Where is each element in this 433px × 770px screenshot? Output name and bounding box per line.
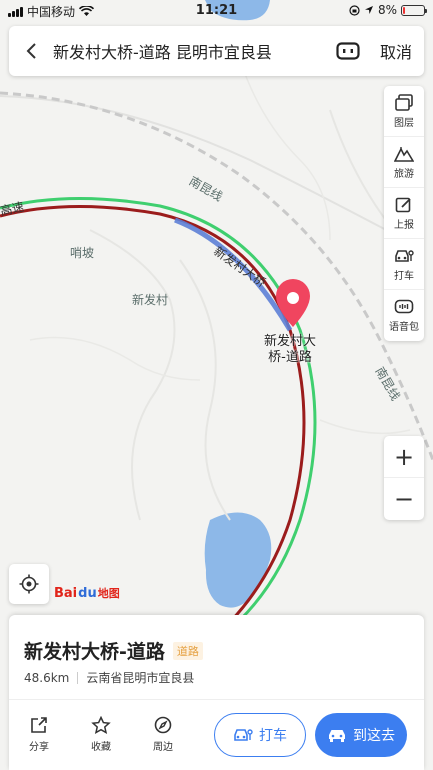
favorite-button[interactable]: 收藏 — [81, 716, 121, 753]
battery-icon — [401, 4, 427, 16]
voice-assistant-icon — [336, 42, 360, 60]
map-toolbar: 图层 旅游 上报 打车 语音包 — [384, 86, 424, 341]
toolbar-report-label: 上报 — [394, 219, 414, 231]
zoom-out-button[interactable]: − — [384, 478, 424, 520]
battery-percent: 8% — [377, 3, 397, 17]
voice-search-button[interactable] — [328, 26, 368, 76]
taxi-button-label: 打车 — [259, 728, 287, 744]
share-icon — [31, 717, 47, 733]
go-here-button[interactable]: 到这去 — [315, 713, 407, 757]
layers-icon — [395, 93, 413, 111]
taxi-icon — [234, 729, 253, 741]
toolbar-report[interactable]: 上报 — [384, 188, 424, 239]
toolbar-tourism[interactable]: 旅游 — [384, 137, 424, 188]
logo-bai: Bai — [54, 585, 78, 601]
village-label-xinfacun: 新发村 — [132, 293, 169, 307]
zoom-in-button[interactable]: + — [384, 436, 424, 478]
cancel-button[interactable]: 取消 — [368, 39, 424, 63]
share-label: 分享 — [29, 742, 49, 753]
compass-icon — [154, 716, 172, 734]
poi-label: 新发村大桥-道路 — [263, 334, 316, 365]
baidu-map-logo: Bai du 地图 — [54, 585, 120, 601]
toolbar-layers[interactable]: 图层 — [384, 86, 424, 137]
locate-me-button[interactable] — [9, 564, 49, 604]
toolbar-taxi-label: 打车 — [394, 270, 414, 282]
toolbar-voice-pack-label: 语音包 — [389, 322, 419, 333]
crosshair-icon — [19, 574, 39, 594]
favorite-label: 收藏 — [91, 742, 111, 753]
zoom-control: + − — [384, 436, 424, 520]
place-detail-sheet[interactable]: 新发村大桥-道路 道路 48.6km 云南省昆明市宜良县 分享 收藏 周边 打车… — [9, 615, 424, 770]
place-title: 新发村大桥-道路 — [24, 641, 165, 663]
nearby-label: 周边 — [153, 742, 173, 753]
logo-paw: du — [78, 585, 97, 601]
taxi-icon — [395, 249, 414, 262]
toolbar-tourism-label: 旅游 — [394, 168, 414, 180]
status-bar: 中国移动 11:21 8% — [0, 0, 433, 22]
back-button[interactable] — [9, 26, 53, 76]
place-distance: 48.6km — [24, 670, 70, 685]
search-query[interactable]: 新发村大桥-道路 昆明市宜良县 — [53, 39, 328, 63]
report-icon — [395, 197, 411, 212]
star-icon — [91, 716, 111, 734]
sheet-divider — [9, 699, 424, 700]
chevron-left-icon — [26, 43, 36, 59]
car-icon — [329, 730, 345, 742]
voice-pack-icon — [394, 299, 414, 314]
toolbar-layers-label: 图层 — [394, 117, 414, 129]
toolbar-taxi[interactable]: 打车 — [384, 239, 424, 290]
search-bar: 新发村大桥-道路 昆明市宜良县 取消 — [9, 26, 424, 76]
go-here-button-label: 到这去 — [353, 728, 395, 744]
location-arrow-icon — [364, 6, 373, 14]
logo-map: 地图 — [97, 587, 120, 600]
place-address: 云南省昆明市宜良县 — [86, 671, 195, 685]
taxi-button[interactable]: 打车 — [214, 713, 306, 757]
place-category-tag: 道路 — [172, 641, 203, 660]
share-button[interactable]: 分享 — [19, 716, 59, 753]
toolbar-voice-pack[interactable]: 语音包 — [384, 290, 424, 341]
nearby-button[interactable]: 周边 — [143, 716, 183, 753]
orientation-lock-icon — [349, 4, 360, 16]
info-divider — [77, 671, 79, 684]
tourism-icon — [394, 146, 414, 162]
village-label-shaopo: 哨坡 — [70, 246, 95, 260]
